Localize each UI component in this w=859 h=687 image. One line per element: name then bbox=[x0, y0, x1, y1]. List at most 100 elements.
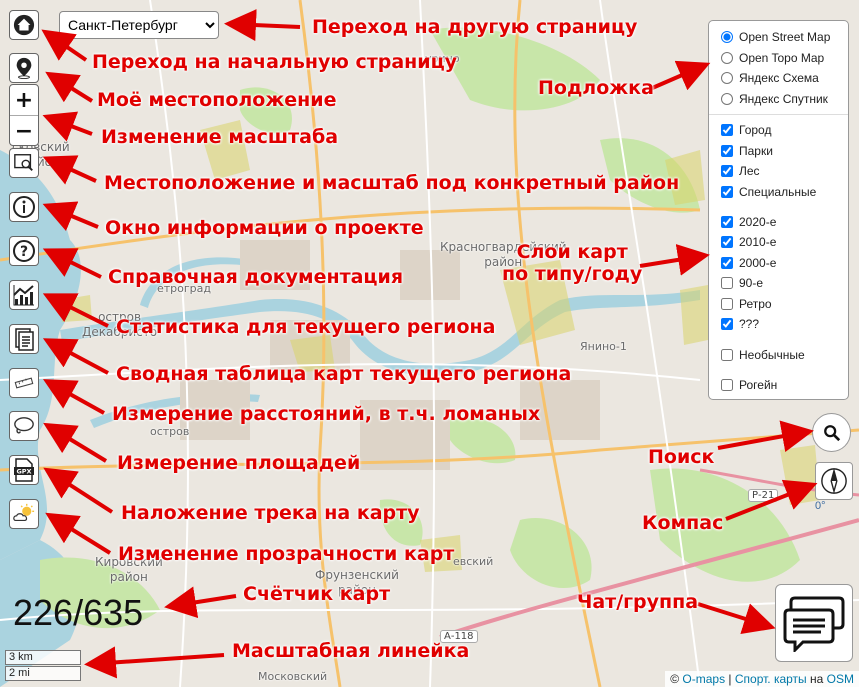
annotation-my-location: Моё местоположение bbox=[97, 89, 337, 111]
home-icon bbox=[13, 14, 35, 36]
chat-button[interactable] bbox=[775, 584, 853, 662]
layer-label: 90-е bbox=[739, 276, 764, 290]
document-list-icon bbox=[15, 328, 34, 351]
annotation-zoom: Изменение масштаба bbox=[101, 126, 339, 148]
basemap-label: Яндекс Схема bbox=[739, 71, 819, 85]
basemap-radio[interactable] bbox=[721, 52, 733, 64]
layer-checkbox[interactable] bbox=[721, 379, 733, 391]
measure-distance-button[interactable] bbox=[9, 368, 39, 398]
layer-checkbox[interactable] bbox=[721, 257, 733, 269]
my-location-button[interactable] bbox=[9, 53, 39, 83]
statistics-button[interactable] bbox=[9, 280, 39, 310]
annotation-counter: Счётчик карт bbox=[243, 583, 391, 605]
layer-checkbox[interactable] bbox=[721, 236, 733, 248]
basemap-radio[interactable] bbox=[721, 93, 733, 105]
annotation-opacity: Изменение прозрачности карт bbox=[118, 543, 455, 565]
layer-checkbox[interactable] bbox=[721, 298, 733, 310]
sport-maps-link[interactable]: Спорт. карты bbox=[735, 672, 807, 686]
annotation-help: Справочная документация bbox=[108, 266, 404, 288]
zoom-out-button[interactable]: − bbox=[10, 115, 38, 146]
gpx-file-icon: GPX bbox=[14, 458, 34, 482]
omaps-link[interactable]: O-maps bbox=[682, 672, 725, 686]
layer-label: Лес bbox=[739, 164, 760, 178]
layer-checkbox[interactable] bbox=[721, 124, 733, 136]
help-button[interactable]: ? bbox=[9, 236, 39, 266]
layer-unusual-option[interactable]: Необычные bbox=[721, 348, 805, 362]
layer-year-option[interactable]: 2010-е bbox=[721, 235, 776, 249]
location-pin-icon bbox=[16, 57, 32, 79]
layer-label: 2020-е bbox=[739, 215, 777, 229]
region-select[interactable]: Санкт-Петербург bbox=[59, 11, 219, 39]
layer-checkbox[interactable] bbox=[721, 216, 733, 228]
layer-type-option[interactable]: Город bbox=[721, 123, 771, 137]
chat-bubbles-icon bbox=[783, 596, 845, 652]
compass-icon bbox=[821, 468, 847, 494]
basemap-radio[interactable] bbox=[721, 72, 733, 84]
layer-checkbox[interactable] bbox=[721, 277, 733, 289]
layer-checkbox[interactable] bbox=[721, 165, 733, 177]
basemap-option[interactable]: Open Street Map bbox=[721, 30, 830, 44]
osm-link[interactable]: OSM bbox=[827, 672, 854, 686]
layer-year-option[interactable]: Ретро bbox=[721, 297, 772, 311]
layer-year-option[interactable]: 2020-е bbox=[721, 215, 776, 229]
svg-text:GPX: GPX bbox=[16, 468, 31, 476]
compass-button[interactable] bbox=[815, 462, 853, 500]
layer-checkbox[interactable] bbox=[721, 349, 733, 361]
home-button[interactable] bbox=[9, 10, 39, 40]
scale-bar-km: 3 km bbox=[5, 650, 81, 665]
layer-checkbox[interactable] bbox=[721, 318, 733, 330]
layer-type-option[interactable]: Парки bbox=[721, 144, 773, 158]
annotation-info: Окно информации о проекте bbox=[105, 217, 424, 239]
layer-year-option[interactable]: ??? bbox=[721, 317, 759, 331]
help-icon: ? bbox=[13, 240, 35, 262]
district-zoom-button[interactable] bbox=[9, 148, 39, 178]
layer-type-option[interactable]: Специальные bbox=[721, 185, 816, 199]
layer-label: ??? bbox=[739, 317, 760, 331]
layer-label: Город bbox=[739, 123, 772, 137]
basemap-option[interactable]: Open Topo Map bbox=[721, 51, 824, 65]
info-icon bbox=[13, 196, 35, 218]
opacity-button[interactable] bbox=[9, 499, 39, 529]
summary-table-button[interactable] bbox=[9, 324, 39, 354]
layer-label: Ретро bbox=[739, 297, 772, 311]
attribution-prefix: © bbox=[670, 672, 683, 686]
annotation-scale: Масштабная линейка bbox=[232, 640, 470, 662]
basemap-option[interactable]: Яндекс Схема bbox=[721, 71, 819, 85]
annotation-area: Измерение площадей bbox=[117, 452, 361, 474]
layer-rogaine-option[interactable]: Рогейн bbox=[721, 378, 777, 392]
info-button[interactable] bbox=[9, 192, 39, 222]
search-button[interactable] bbox=[812, 413, 851, 452]
layer-label: Специальные bbox=[739, 185, 817, 199]
basemap-label: Яндекс Спутник bbox=[739, 92, 828, 106]
layer-label: Парки bbox=[739, 144, 773, 158]
layer-year-option[interactable]: 2000-е bbox=[721, 256, 776, 270]
compass-degrees: 0° bbox=[815, 500, 826, 512]
map-label-nevsky: евский bbox=[453, 555, 494, 568]
attribution-on: на bbox=[806, 672, 827, 686]
layer-year-option[interactable]: 90-е bbox=[721, 276, 763, 290]
layer-type-option[interactable]: Лес bbox=[721, 164, 760, 178]
zoom-to-area-icon bbox=[14, 154, 33, 171]
annotation-table: Сводная таблица карт текущего региона bbox=[116, 363, 572, 385]
annotation-search: Поиск bbox=[648, 446, 715, 468]
scale-bar-mi: 2 mi bbox=[5, 666, 81, 681]
gpx-track-button[interactable]: GPX bbox=[9, 455, 39, 485]
lasso-icon bbox=[14, 417, 34, 434]
map-counter: 226/635 bbox=[13, 592, 144, 633]
map-label-ostrov: остров bbox=[150, 425, 190, 438]
chart-icon bbox=[13, 285, 34, 306]
measure-area-button[interactable] bbox=[9, 411, 39, 441]
svg-text:?: ? bbox=[20, 244, 28, 260]
map-label-yanino: Янино-1 bbox=[580, 340, 627, 353]
layer-checkbox[interactable] bbox=[721, 186, 733, 198]
basemap-radio[interactable] bbox=[721, 31, 733, 43]
zoom-in-button[interactable]: + bbox=[10, 85, 38, 115]
annotation-other-page: Переход на другую страницу bbox=[312, 16, 638, 38]
annotation-stats: Статистика для текущего региона bbox=[116, 316, 496, 338]
layer-checkbox[interactable] bbox=[721, 145, 733, 157]
layer-label: 2000-е bbox=[739, 256, 777, 270]
annotation-layers: Слои карт по типу/году bbox=[502, 241, 643, 285]
panel-divider bbox=[709, 114, 848, 115]
layer-label: Необычные bbox=[739, 348, 805, 362]
basemap-option[interactable]: Яндекс Спутник bbox=[721, 92, 828, 106]
